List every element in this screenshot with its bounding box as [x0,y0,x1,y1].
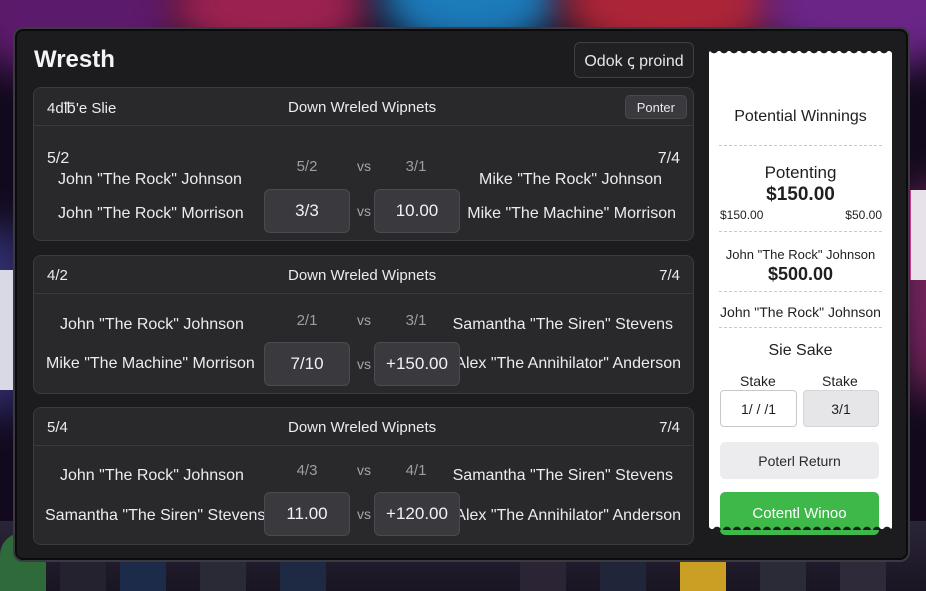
potential-return-button[interactable]: Poterl Return [720,442,879,479]
match-header-title: Down Wreled Wipnets [288,419,437,436]
left-odds: 5/2 [47,150,70,167]
match-header-left: 4/2 [47,267,68,284]
right-wrestler-bottom: Alex "The Annihilator" Anderson [455,507,681,524]
selection-name: John "The Rock" Johnson [720,304,881,320]
divider [719,231,882,232]
match-header-title: Down Wreled Wipnets [288,99,437,116]
vs-label: vs [357,312,371,328]
slip-torn-edge [709,522,892,530]
stake-label: Stake [740,373,776,389]
crowd-sign [908,190,926,280]
left-wrestler-bottom: Mike "The Machine" Morrison [46,355,255,372]
vs-label: vs [357,203,371,219]
match-card-header: 4d℔'e Slie Down Wreled Wipnets Ponter [34,88,693,126]
right-wrestler-bottom: Alex "The Annihilator" Anderson [455,355,681,372]
divider [719,145,882,146]
odds-button-right[interactable]: +120.00 [374,492,460,536]
stake-odds-box[interactable]: 3/1 [803,390,879,427]
bet-slip-title: Potential Winnings [734,108,867,125]
left-wrestler-top: John "The Rock" Johnson [60,467,244,484]
left-wrestler-top: John "The Rock" Johnson [60,316,244,333]
odds-label-right: 3/1 [405,312,427,329]
vs-label: vs [357,158,371,174]
bonus-amount: $50.00 [845,208,882,222]
vs-label: vs [357,462,371,478]
match-header-left: 4d℔'e Slie [47,100,117,117]
odds-label-right: 3/1 [405,158,427,175]
odds-button-right[interactable]: 10.00 [374,189,460,233]
left-wrestler-bottom: John "The Rock" Morrison [58,205,244,222]
match-card: 5/4 Down Wreled Wipnets 7/4 John "The Ro… [33,407,694,545]
bet-slip: Potential Winnings Potenting $150.00 $15… [709,50,892,535]
potential-label: Potenting [764,163,837,182]
stake-amount: $150.00 [720,208,764,222]
selection-name: John "The Rock" Johnson [725,247,876,262]
match-header-right: 7/4 [659,419,680,436]
match-header-right: 7/4 [659,267,680,284]
match-card: 4/2 Down Wreled Wipnets 7/4 John "The Ro… [33,255,694,394]
odds-button-right[interactable]: +150.00 [374,342,460,386]
match-card: 4d℔'e Slie Down Wreled Wipnets Ponter 5/… [33,87,694,241]
pointer-button[interactable]: Ponter [624,95,687,119]
right-odds: 7/4 [657,150,680,167]
match-card-header: 5/4 Down Wreled Wipnets 7/4 [34,408,693,446]
odds-label-left: 2/1 [296,312,318,329]
sportsbook-window: Wresth Odok ꞔ proind 4d℔'e Slie Down Wre… [13,27,910,562]
odds-label-left: 4/3 [296,462,318,479]
right-wrestler-top: Samantha "The Siren" Stevens [452,467,673,484]
odds-button-left[interactable]: 11.00 [264,492,350,536]
right-wrestler-top: Samantha "The Siren" Stevens [452,316,673,333]
slip-torn-edge [709,50,892,58]
stake-input[interactable] [720,390,797,427]
left-wrestler-top: John "The Rock" Johnson [58,171,242,188]
app-title: Wresth [34,46,115,73]
odds-label-left: 5/2 [296,158,318,175]
match-header-title: Down Wreled Wipnets [288,267,437,284]
left-wrestler-bottom: Samantha "The Siren" Stevens [45,507,266,524]
vs-label: vs [357,506,371,522]
odds-label-right: 4/1 [405,462,427,479]
match-card-header: 4/2 Down Wreled Wipnets 7/4 [34,256,693,294]
selection-amount: $500.00 [767,264,834,284]
odds-button-left[interactable]: 7/10 [264,342,350,386]
match-header-left: 5/4 [47,419,68,436]
divider [719,327,882,328]
odds-button-left[interactable]: 3/3 [264,189,350,233]
crowd-sign [0,270,14,390]
odds-provider-button[interactable]: Odok ꞔ proind [574,42,694,78]
divider [719,291,882,292]
right-wrestler-bottom: Mike "The Machine" Morrison [467,205,676,222]
stake-section-title: Sie Sake [768,342,833,359]
vs-label: vs [357,356,371,372]
right-wrestler-top: Mike "The Rock" Johnson [479,171,662,188]
potential-amount: $150.00 [766,184,835,205]
stake-label: Stake [822,373,858,389]
